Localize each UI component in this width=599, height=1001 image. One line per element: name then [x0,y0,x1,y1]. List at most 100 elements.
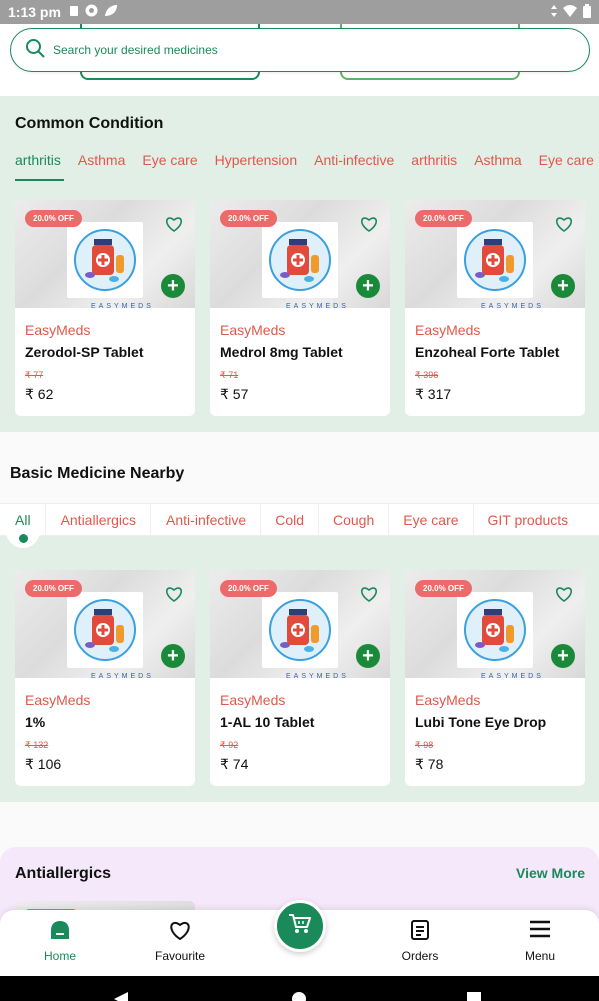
product-name: 1-AL 10 Tablet [220,714,315,730]
tab-anti-infective[interactable]: Anti-infective [314,152,394,168]
tab-antiallergics[interactable]: Antiallergics [61,512,136,537]
tab-divider [318,504,319,537]
sale-price: ₹ 78 [415,756,444,772]
product-card[interactable]: EASYMEDS 20.0% OFF + EasyMeds Lubi Tone … [405,570,585,786]
tab-divider [260,504,262,537]
tab-hypertension[interactable]: Hypertension [215,152,298,168]
cart-button[interactable] [274,900,326,952]
view-more-link[interactable]: View More [516,865,585,881]
nav-label: Menu [524,949,556,963]
original-price: ₹ 396 [415,370,439,380]
tab-anti-infective[interactable]: Anti-infective [166,512,246,537]
section-title: Antiallergics [15,865,112,882]
medicine-icon [67,222,143,298]
product-name: Medrol 8mg Tablet [220,344,343,360]
condition-tabs: arthritis Asthma Eye care Hypertension A… [15,152,594,168]
tab-asthma[interactable]: Asthma [78,152,125,168]
sim-icon [69,4,79,20]
system-navigation-bar [0,976,599,1001]
search-bar[interactable]: Search your desired medicines [10,28,590,72]
status-bar: 1:13 pm [0,0,599,24]
brand-watermark: EASYMEDS [481,673,544,680]
home-icon [49,921,71,945]
tab-asthma[interactable]: Asthma [474,152,521,168]
seller-name: EasyMeds [25,322,91,338]
nav-home[interactable]: Home [20,920,100,963]
product-name: Lubi Tone Eye Drop [415,714,547,730]
add-to-cart-button[interactable]: + [551,274,575,298]
medicine-icon [67,592,143,668]
tab-divider [150,504,152,537]
product-card[interactable]: EASYMEDS 20.0% OFF + EasyMeds Medrol 8mg… [210,200,390,416]
add-to-cart-button[interactable]: + [356,644,380,668]
recents-button[interactable] [467,992,481,1001]
heart-icon [169,921,191,943]
active-tab-underline [15,179,64,181]
search-input[interactable]: Search your desired medicines [53,43,218,57]
add-to-cart-button[interactable]: + [551,644,575,668]
orders-icon [411,920,429,943]
product-card[interactable]: EASYMEDS 20.0% OFF + EasyMeds Zerodol-SP… [15,200,195,416]
favourite-heart-icon[interactable] [165,586,183,607]
seller-name: EasyMeds [415,692,481,708]
product-card[interactable]: EASYMEDS 20.0% OFF + EasyMeds 1-AL 10 Ta… [210,570,390,786]
tab-eye-care[interactable]: Eye care [142,152,197,168]
medicine-icon [457,592,533,668]
discount-badge: 20.0% OFF [415,210,472,227]
medicine-icon [262,222,338,298]
original-price: ₹ 132 [25,740,49,750]
discount-badge: 20.0% OFF [415,580,472,597]
brand-watermark: EASYMEDS [481,303,544,310]
tab-arthritis[interactable]: arthritis [411,152,457,168]
product-name: 1% [25,714,46,730]
basic-medicine-tabs: All Antiallergics Anti-infective Cold Co… [0,503,599,537]
common-condition-section: Common Condition arthritis Asthma Eye ca… [0,96,599,432]
discount-badge: 20.0% OFF [25,580,82,597]
tab-eye-care[interactable]: Eye care [539,152,594,168]
tab-git-products[interactable]: GIT products [488,512,569,537]
back-button[interactable] [114,992,128,1001]
brand-watermark: EASYMEDS [286,303,349,310]
app-notification-icon [85,4,98,20]
tab-eye-care[interactable]: Eye care [403,512,458,537]
favourite-heart-icon[interactable] [555,586,573,607]
original-price: ₹ 92 [220,740,239,750]
sale-price: ₹ 74 [220,756,249,772]
menu-icon [529,920,551,941]
discount-badge: 20.0% OFF [220,580,277,597]
nav-label: Favourite [154,949,206,963]
search-icon [25,38,45,63]
discount-badge: 20.0% OFF [25,210,82,227]
seller-name: EasyMeds [415,322,481,338]
tab-arthritis[interactable]: arthritis [15,152,61,168]
favourite-heart-icon[interactable] [165,216,183,237]
discount-badge: 20.0% OFF [220,210,277,227]
nav-menu[interactable]: Menu [500,920,580,963]
favourite-heart-icon[interactable] [360,216,378,237]
favourite-heart-icon[interactable] [360,586,378,607]
nav-label: Orders [401,949,439,963]
favourite-heart-icon[interactable] [555,216,573,237]
tab-cough[interactable]: Cough [333,512,374,537]
nav-orders[interactable]: Orders [380,920,460,963]
nav-label: Home [43,949,76,963]
original-price: ₹ 71 [220,370,239,380]
home-button[interactable] [292,992,306,1001]
tab-cold[interactable]: Cold [275,512,304,537]
data-icon [551,4,557,20]
leaf-icon [104,4,118,20]
product-card[interactable]: EASYMEDS 20.0% OFF + EasyMeds 1% ₹ 132 ₹… [15,570,195,786]
add-to-cart-button[interactable]: + [161,644,185,668]
add-to-cart-button[interactable]: + [356,274,380,298]
sale-price: ₹ 106 [25,756,62,772]
nav-favourite[interactable]: Favourite [140,920,220,963]
seller-name: EasyMeds [25,692,91,708]
brand-watermark: EASYMEDS [286,673,349,680]
seller-name: EasyMeds [220,322,286,338]
add-to-cart-button[interactable]: + [161,274,185,298]
product-card[interactable]: EASYMEDS 20.0% OFF + EasyMeds Enzoheal F… [405,200,585,416]
battery-icon [583,3,591,21]
section-title: Basic Medicine Nearby [10,465,185,482]
sale-price: ₹ 317 [415,386,452,402]
section-title: Common Condition [15,115,164,132]
